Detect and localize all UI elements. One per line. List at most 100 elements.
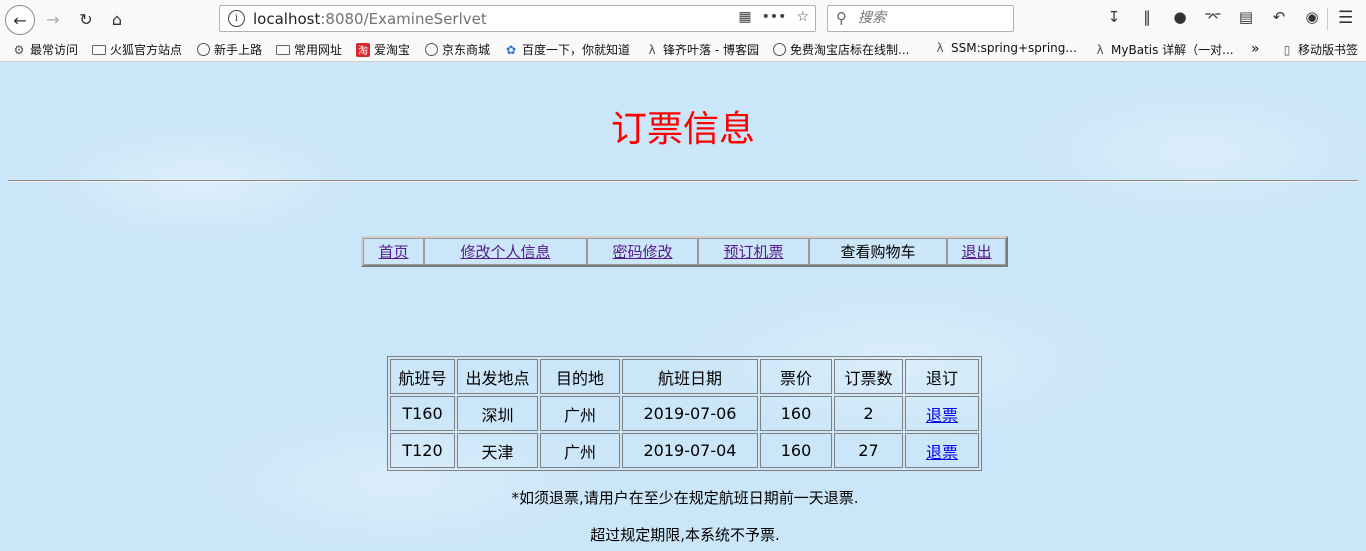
bookmark-item[interactable]: 淘 爱淘宝 bbox=[356, 41, 410, 58]
bookmark-item[interactable]: 京东商城 bbox=[424, 41, 490, 58]
account-icon[interactable]: ◉ bbox=[1302, 8, 1322, 26]
globe-icon bbox=[424, 43, 438, 57]
forward-button[interactable]: → bbox=[39, 5, 67, 33]
nav-link-profile[interactable]: 修改个人信息 bbox=[460, 243, 550, 261]
bookmark-label: 京东商城 bbox=[442, 43, 491, 57]
nav-label-cart: 查看购物车 bbox=[840, 243, 916, 261]
search-input[interactable] bbox=[858, 10, 1008, 26]
bookmark-label: 免费淘宝店标在线制... bbox=[790, 43, 910, 57]
table-header-row: 航班号 出发地点 目的地 航班日期 票价 订票数 退订 bbox=[390, 359, 979, 394]
library-icon[interactable]: ‖ bbox=[1137, 8, 1157, 26]
bookmark-label: 常用网址 bbox=[294, 43, 343, 57]
column-header: 目的地 bbox=[540, 359, 620, 394]
qr-code-icon[interactable]: ▦ bbox=[738, 9, 751, 25]
bookmark-item[interactable]: 免费淘宝店标在线制... bbox=[772, 41, 909, 58]
url-bar[interactable]: i localhost:8080/ExamineSerlvet ▦ ••• ☆ bbox=[219, 5, 816, 32]
taobao-icon: 淘 bbox=[356, 42, 370, 57]
folder-icon bbox=[276, 43, 290, 57]
bookmark-item[interactable]: 新手上路 bbox=[196, 41, 262, 58]
arrow-right-icon: → bbox=[46, 9, 60, 29]
column-header: 退订 bbox=[905, 359, 979, 394]
bookmark-star-icon[interactable]: ☆ bbox=[796, 9, 809, 25]
bookmarks-bar: ⚙ 最常访问 火狐官方站点 新手上路 常用网址 淘 爱淘宝 京东商城 ✿ 百度一… bbox=[0, 38, 1366, 62]
gear-icon: ⚙ bbox=[13, 42, 25, 57]
flight-number: T160 bbox=[390, 396, 455, 431]
bookmark-item[interactable]: ▯ 移动版书签 bbox=[1280, 41, 1358, 58]
booking-table: 航班号 出发地点 目的地 航班日期 票价 订票数 退订 T160 深圳 广州 2… bbox=[387, 356, 982, 471]
refund-cell: 退票 bbox=[905, 396, 979, 431]
search-icon: ⚲ bbox=[836, 9, 847, 27]
download-icon[interactable]: ↧ bbox=[1104, 8, 1124, 26]
bookmark-label: 新手上路 bbox=[214, 43, 263, 57]
chevron-double-right-icon: » bbox=[1251, 41, 1260, 57]
undo-icon[interactable]: ↶ bbox=[1269, 8, 1289, 26]
price: 160 bbox=[760, 396, 832, 431]
nav-item-password: 密码修改 bbox=[587, 238, 698, 265]
url-host: localhost bbox=[253, 10, 321, 28]
search-bar[interactable]: ⚲ bbox=[827, 5, 1014, 32]
baidu-icon: ✿ bbox=[505, 42, 517, 57]
bookmark-label: 移动版书签 bbox=[1298, 43, 1359, 57]
column-header: 航班日期 bbox=[622, 359, 758, 394]
column-header: 票价 bbox=[760, 359, 832, 394]
flight-date: 2019-07-06 bbox=[622, 396, 758, 431]
bookmark-item[interactable]: ✿ 百度一下，你就知道 bbox=[504, 41, 630, 58]
url-path: :8080/ExamineSerlvet bbox=[320, 10, 487, 28]
refund-link[interactable]: 退票 bbox=[926, 406, 958, 425]
nav-link-logout[interactable]: 退出 bbox=[961, 243, 991, 261]
bookmark-label: 锋齐叶落 - 博客园 bbox=[663, 43, 759, 57]
crop-icon[interactable]: ⌤ bbox=[1203, 8, 1223, 26]
blog-icon: λ bbox=[1096, 42, 1104, 57]
home-button[interactable]: ⌂ bbox=[103, 5, 131, 33]
reload-button[interactable]: ↻ bbox=[72, 5, 100, 33]
bookmark-item[interactable]: λ 锋齐叶落 - 博客园 bbox=[645, 41, 759, 58]
reload-icon: ↻ bbox=[79, 9, 93, 29]
column-header: 出发地点 bbox=[457, 359, 538, 394]
nav-item-profile: 修改个人信息 bbox=[424, 238, 587, 265]
blog-icon: λ bbox=[936, 41, 944, 55]
bookmark-item[interactable]: λ SSM:spring+spring... bbox=[933, 41, 1077, 55]
site-info-icon[interactable]: i bbox=[228, 10, 245, 27]
globe-icon bbox=[772, 43, 786, 57]
column-header: 航班号 bbox=[390, 359, 455, 394]
nav-link-book-ticket[interactable]: 预订机票 bbox=[723, 243, 783, 261]
refund-link[interactable]: 退票 bbox=[926, 443, 958, 462]
bookmark-label: MyBatis 详解（一对... bbox=[1111, 43, 1234, 57]
bookmark-label: 百度一下，你就知道 bbox=[522, 43, 631, 57]
more-bookmarks-button[interactable]: » bbox=[1251, 41, 1260, 57]
page-actions-icon[interactable]: ••• bbox=[762, 9, 787, 25]
reader-view-icon[interactable]: ▤ bbox=[1236, 8, 1256, 26]
browser-toolbar: ← → ↻ ⌂ i localhost:8080/ExamineSerlvet … bbox=[0, 0, 1366, 38]
bookmark-item[interactable]: 火狐官方站点 bbox=[92, 41, 182, 58]
home-icon: ⌂ bbox=[111, 9, 123, 29]
bookmark-label: SSM:spring+spring... bbox=[951, 41, 1077, 55]
nav-item-book: 预订机票 bbox=[698, 238, 809, 265]
page-content: 订票信息 首页 修改个人信息 密码修改 预订机票 查看购物车 退出 航班号 出发… bbox=[0, 62, 1366, 551]
divider bbox=[8, 180, 1358, 182]
nav-item-logout: 退出 bbox=[947, 238, 1006, 265]
destination: 广州 bbox=[540, 396, 620, 431]
menu-icon[interactable]: ☰ bbox=[1338, 8, 1353, 28]
nav-link-home[interactable]: 首页 bbox=[378, 243, 408, 261]
nav-item-cart: 查看购物车 bbox=[809, 238, 947, 265]
bookmark-label: 火狐官方站点 bbox=[110, 43, 183, 57]
refund-cell: 退票 bbox=[905, 433, 979, 468]
price: 160 bbox=[760, 433, 832, 468]
page-title: 订票信息 bbox=[610, 109, 755, 150]
arrow-left-icon: ← bbox=[13, 10, 27, 30]
flight-date: 2019-07-04 bbox=[622, 433, 758, 468]
table-row: T160 深圳 广州 2019-07-06 160 2 退票 bbox=[390, 396, 979, 431]
blog-icon: λ bbox=[648, 42, 656, 57]
flight-number: T120 bbox=[390, 433, 455, 468]
globe-icon bbox=[196, 43, 210, 57]
nav-link-password[interactable]: 密码修改 bbox=[612, 243, 672, 261]
column-header: 订票数 bbox=[834, 359, 903, 394]
back-button[interactable]: ← bbox=[5, 5, 35, 35]
bookmark-item[interactable]: 常用网址 bbox=[276, 41, 342, 58]
url-text[interactable]: localhost:8080/ExamineSerlvet bbox=[253, 10, 487, 28]
destination: 广州 bbox=[540, 433, 620, 468]
bookmark-item[interactable]: ⚙ 最常访问 bbox=[12, 41, 78, 58]
folder-icon bbox=[92, 43, 106, 57]
bookmark-item[interactable]: λ MyBatis 详解（一对... bbox=[1093, 41, 1234, 58]
chat-icon[interactable]: ● bbox=[1170, 8, 1190, 26]
